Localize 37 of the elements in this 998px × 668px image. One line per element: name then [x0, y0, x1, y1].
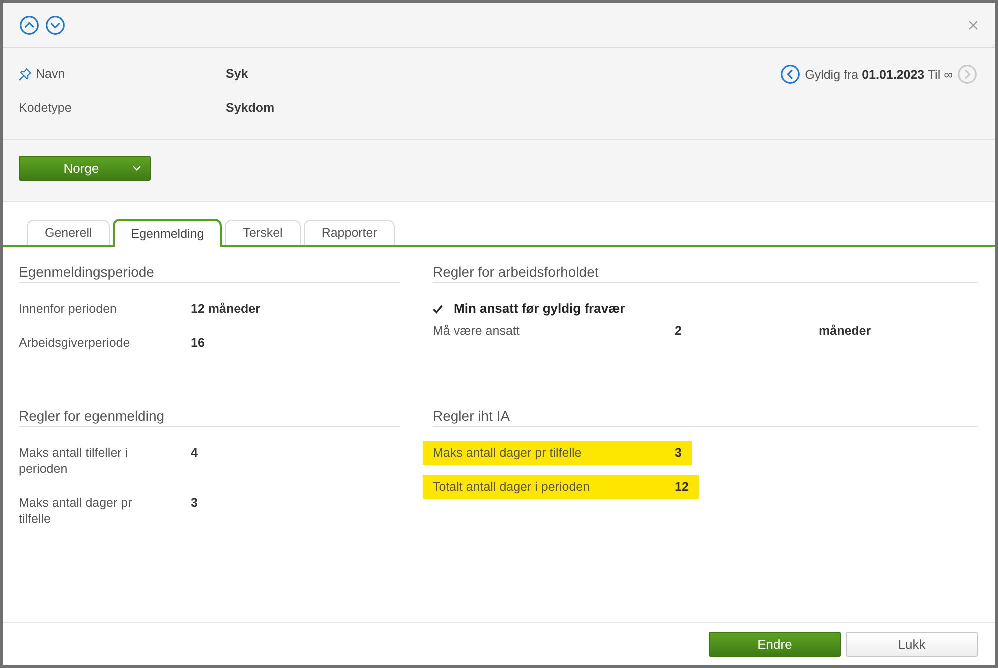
- caret-icon: [133, 166, 141, 171]
- field-label: Maks antall tilfeller i perioden: [19, 445, 130, 477]
- check-label: Min ansatt før gyldig fravær: [454, 301, 626, 317]
- field-label: Innenfor perioden: [19, 301, 118, 317]
- field-value: 16: [191, 335, 205, 351]
- dropdown-button[interactable]: Norge: [19, 156, 151, 181]
- field-value: 3: [191, 495, 198, 512]
- field-label: Maks antall dager pr tilfelle: [19, 495, 134, 527]
- close-icon[interactable]: [969, 20, 978, 30]
- field-label: Navn: [36, 66, 66, 83]
- tab[interactable]: Egenmelding: [113, 219, 222, 247]
- tab[interactable]: Generell: [27, 220, 110, 245]
- field-value: Sykdom: [226, 100, 275, 117]
- field-value: 4: [191, 445, 198, 462]
- field-value: 12: [675, 479, 689, 495]
- field-value: 2: [675, 323, 683, 339]
- section-heading: Regler for arbeidsforholdet: [433, 262, 978, 283]
- section-heading: Regler iht IA: [433, 406, 978, 427]
- field-value: 12 måneder: [191, 301, 260, 317]
- field-label: Kodetype: [19, 100, 72, 117]
- chevron-left-icon[interactable]: [781, 65, 800, 84]
- field-value: 3: [675, 445, 682, 461]
- section-heading: Regler for egenmelding: [19, 406, 400, 427]
- primary-button[interactable]: Endre: [709, 632, 841, 657]
- chevron-down-icon[interactable]: [46, 16, 65, 34]
- field-label: Totalt antall dager i perioden: [433, 479, 592, 495]
- unit-label: måneder: [819, 323, 872, 339]
- field-label: Maks antall dager pr tilfelle: [433, 445, 583, 461]
- field-value: Syk: [226, 66, 248, 83]
- section-heading: Egenmeldingsperiode: [19, 262, 400, 283]
- tab[interactable]: Rapporter: [304, 220, 396, 245]
- validity-text: Gyldig fra 01.01.2023 Til ∞: [805, 66, 953, 84]
- tab[interactable]: Terskel: [225, 220, 301, 245]
- chevron-up-icon[interactable]: [20, 16, 39, 34]
- field-label: Må være ansatt: [433, 323, 521, 339]
- secondary-button[interactable]: Lukk: [846, 632, 978, 657]
- field-label: Arbeidsgiverperiode: [19, 335, 132, 351]
